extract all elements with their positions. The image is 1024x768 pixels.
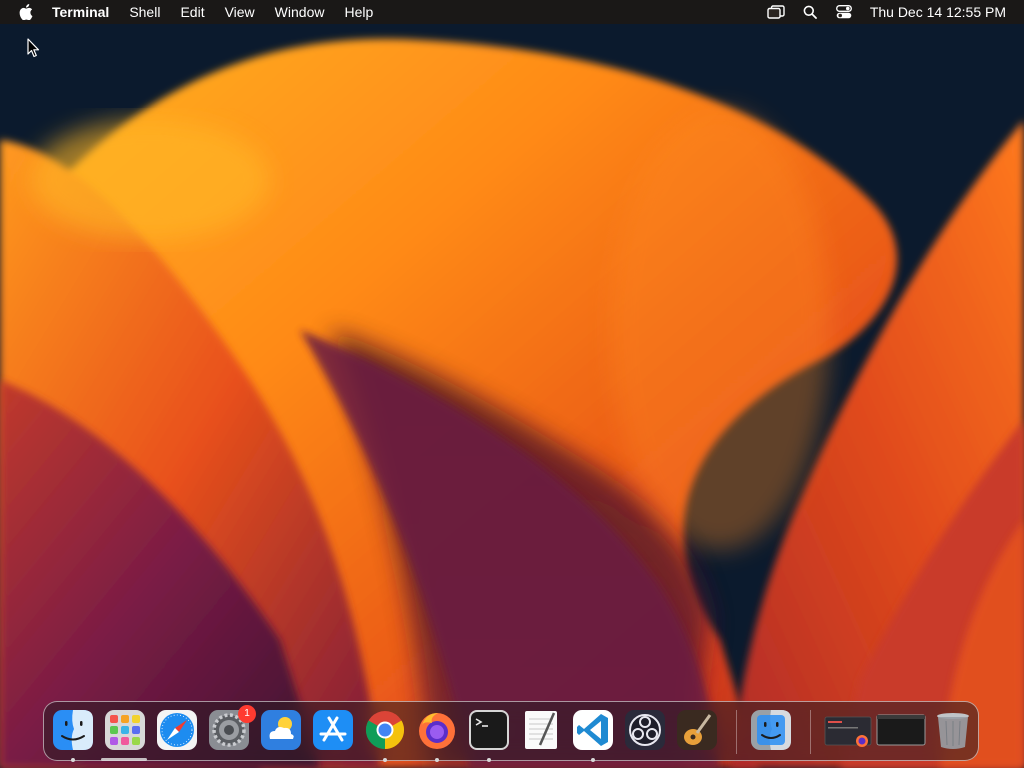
- dock-item-obs[interactable]: [624, 709, 666, 751]
- dock-item-weather[interactable]: [260, 709, 302, 751]
- dock-item-launchpad[interactable]: [104, 709, 146, 751]
- dock-item-system-settings[interactable]: 1: [208, 705, 256, 751]
- terminal-icon: [469, 710, 509, 750]
- dock-item-recent-finder[interactable]: [750, 709, 792, 751]
- chrome-icon: [365, 711, 405, 750]
- trash-icon: [937, 713, 969, 749]
- firefox-icon: [419, 713, 455, 749]
- menu-view[interactable]: View: [215, 0, 265, 24]
- mouse-pointer-icon: [27, 38, 41, 58]
- finder-icon: [751, 710, 791, 750]
- dock-item-garageband[interactable]: [676, 709, 718, 751]
- dock-separator: [810, 710, 811, 754]
- weather-icon: [261, 710, 301, 750]
- minimized-firefox-window-icon: [824, 716, 872, 747]
- running-indicator: [383, 758, 387, 762]
- app-store-icon: [313, 710, 353, 750]
- dock-item-terminal[interactable]: [468, 709, 510, 751]
- running-indicator: [435, 758, 439, 762]
- spotlight-search-icon[interactable]: [798, 0, 822, 24]
- dock-item-vscode[interactable]: [572, 709, 614, 751]
- dock-item-app-store[interactable]: [312, 709, 354, 751]
- dock-item-minimized-terminal-window[interactable]: [876, 709, 926, 751]
- safari-icon: [157, 710, 197, 750]
- launchpad-icon: [105, 710, 145, 750]
- desktop-wallpaper: [0, 0, 1024, 768]
- menu-window[interactable]: Window: [265, 0, 335, 24]
- menu-shell[interactable]: Shell: [119, 0, 170, 24]
- dock: 1: [43, 701, 979, 762]
- dock-item-safari[interactable]: [156, 709, 198, 751]
- running-indicator: [591, 758, 595, 762]
- dock-separator: [736, 710, 737, 754]
- garageband-icon: [677, 710, 717, 750]
- menu-help[interactable]: Help: [334, 0, 383, 24]
- control-center-icon[interactable]: [832, 0, 856, 24]
- dock-item-textedit[interactable]: [520, 709, 562, 751]
- menu-bar: Terminal Shell Edit View Window Help Thu…: [0, 0, 1024, 24]
- dock-item-firefox[interactable]: [416, 709, 458, 751]
- vscode-icon: [573, 710, 613, 750]
- menu-edit[interactable]: Edit: [170, 0, 214, 24]
- apple-icon[interactable]: [16, 0, 36, 24]
- stage-manager-icon[interactable]: [764, 0, 788, 24]
- running-indicator: [71, 758, 75, 762]
- menu-bar-clock[interactable]: Thu Dec 14 12:55 PM: [870, 4, 1006, 20]
- running-indicator: [487, 758, 491, 762]
- dock-item-trash[interactable]: [932, 709, 974, 751]
- dock-item-chrome[interactable]: [364, 709, 406, 751]
- notification-badge: 1: [238, 705, 256, 723]
- dock-item-minimized-firefox-window[interactable]: [824, 709, 872, 751]
- minimized-terminal-window-icon: [876, 714, 926, 746]
- launch-indicator: [101, 758, 147, 761]
- finder-icon: [53, 710, 93, 750]
- obs-icon: [625, 710, 665, 750]
- menu-app-name[interactable]: Terminal: [46, 0, 119, 24]
- textedit-icon: [525, 711, 557, 749]
- dock-item-finder[interactable]: [52, 709, 94, 751]
